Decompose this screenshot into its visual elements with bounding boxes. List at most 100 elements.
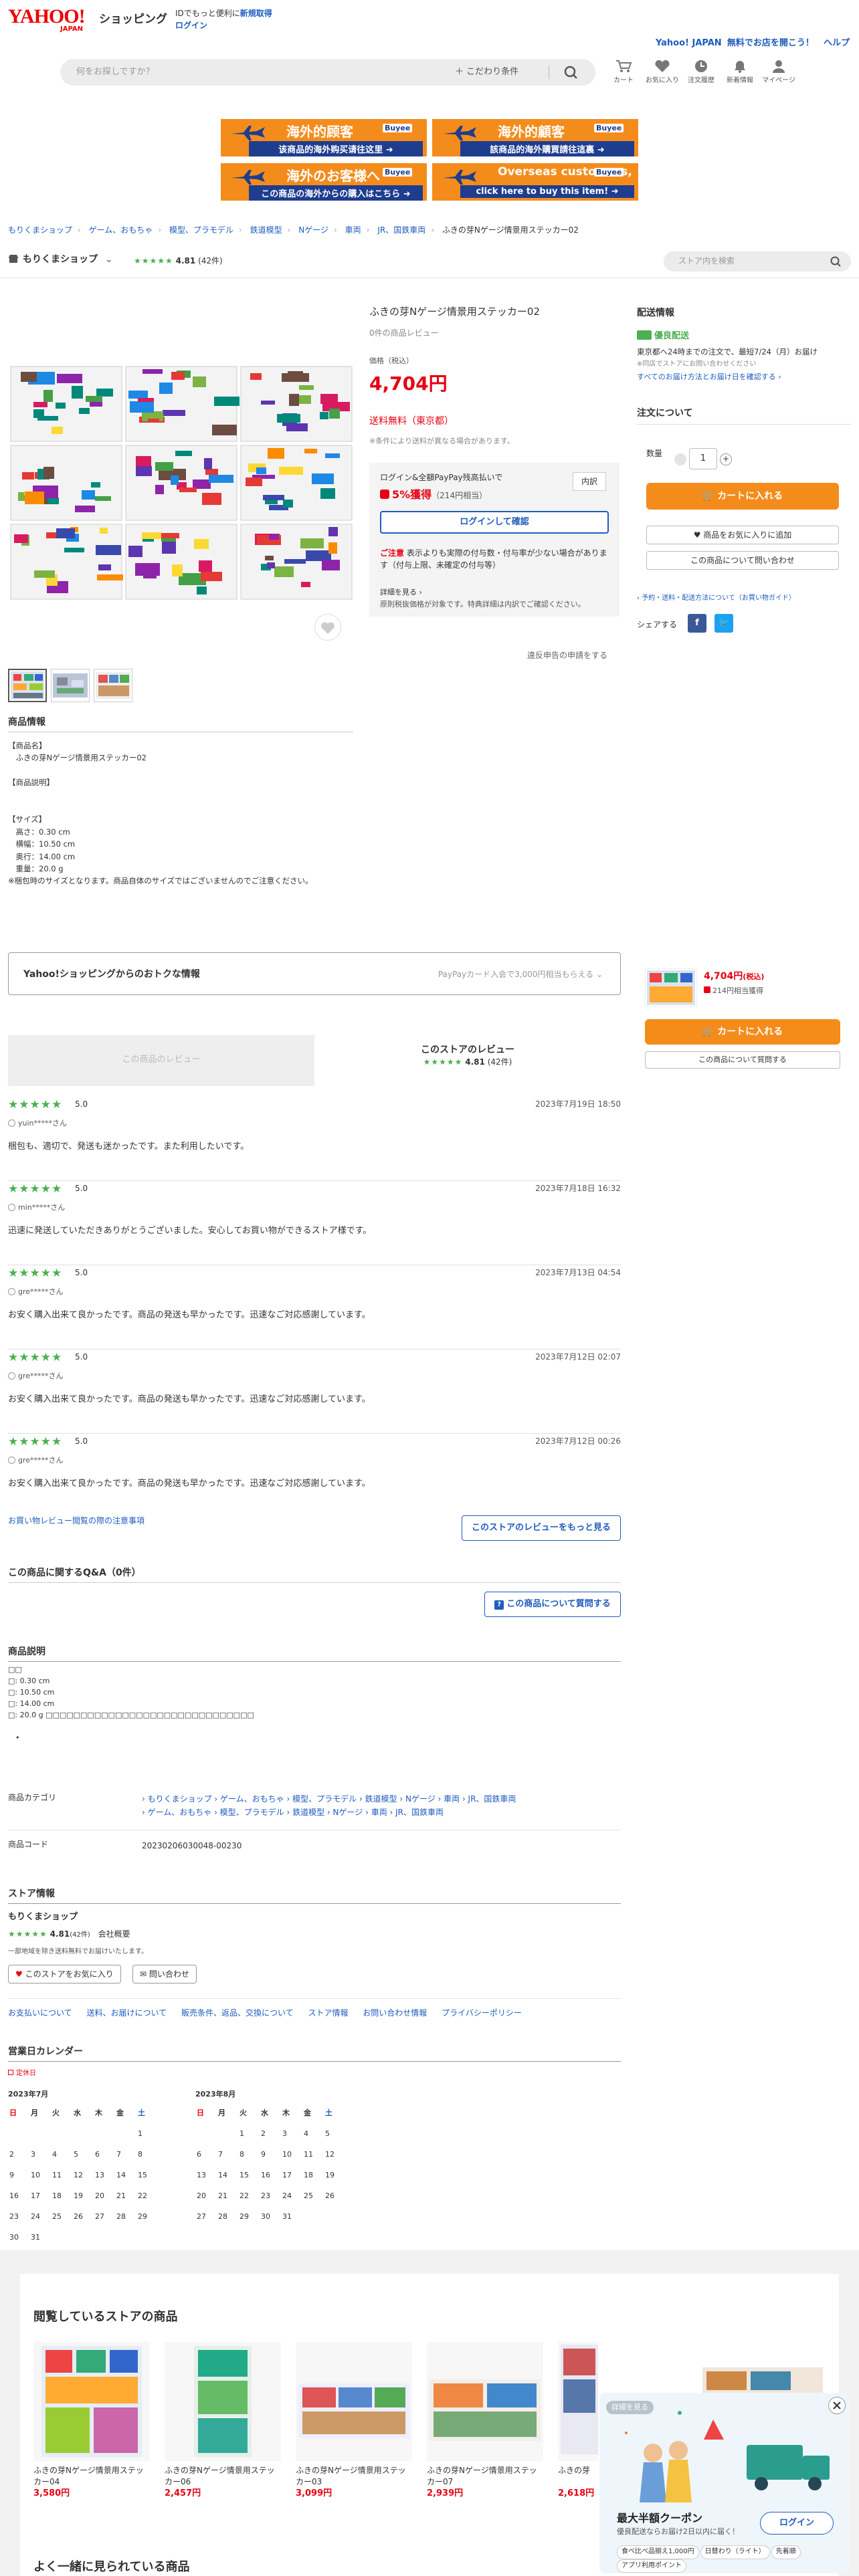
store-link-info[interactable]: ストア情報 [308, 2008, 348, 2018]
product-card[interactable]: ふきの芽Nゲージ情景用ステッカー07 2,939円 [427, 2342, 543, 2500]
product-card-price: 3,580円 [33, 2488, 70, 2498]
favorite-button[interactable] [314, 614, 341, 641]
store-link-contact[interactable]: お問い合わせ情報 [363, 2008, 427, 2018]
buyee-logo: Buyee [383, 124, 413, 132]
thumbnail-2[interactable] [51, 669, 90, 702]
promo-prefix-link[interactable]: Yahoo! JAPAN [656, 38, 722, 48]
category-path-2[interactable]: › ゲーム、おもちゃ › 模型、プラモデル › 鉄道模型 › Nゲージ › 車両… [142, 1808, 444, 1817]
sticker-swatch [175, 451, 192, 456]
buyee-banner-3[interactable]: 海外のお客様へ Buyee この商品の海外からの購入はこちら ➜ [221, 163, 427, 201]
review-user-name: yuin*****さん [18, 1119, 68, 1128]
store-link-payment[interactable]: お支払いについて [8, 2008, 72, 2018]
store-link-returns[interactable]: 販売条件、返品、交換について [181, 2008, 294, 2018]
nav-cart[interactable]: カート [603, 59, 644, 86]
search-icon [564, 66, 577, 79]
breadcrumb-item[interactable]: もりくまショップ [8, 225, 72, 235]
more-store-reviews-button[interactable]: このストアのレビューをもっと見る [462, 1515, 621, 1541]
thumbnail-1[interactable] [8, 669, 47, 702]
store-name: もりくまショップ [23, 254, 98, 265]
store-info-title: ストア情報 [8, 1889, 55, 1899]
store-rating[interactable]: ★★★★★ 4.81 (42件) [134, 255, 223, 267]
signup-link[interactable]: 新規取得 [240, 9, 272, 18]
shopping-guide-link[interactable]: › 予約・送料・配送方法について（お買い物ガイド） [637, 594, 795, 604]
company-overview-link[interactable]: 会社概要 [98, 1929, 130, 1939]
caution-heading: ご注意 [380, 548, 405, 558]
deals-accordion[interactable]: Yahoo!ショッピングからのおトクな情報 PayPayカード入会で3,000円… [8, 952, 621, 995]
help-link[interactable]: ヘルプ [824, 38, 850, 48]
search-input[interactable]: 何をお探しですか？ [76, 66, 155, 79]
buyee-banner-4[interactable]: Overseas customers, Buyee click here to … [432, 163, 638, 201]
add-to-cart-button[interactable]: 🛒 カートに入れる [646, 483, 839, 510]
sticky-cart-button[interactable]: 🛒 カートに入れる [645, 1019, 840, 1045]
store-info-name[interactable]: もりくまショップ [8, 1911, 78, 1924]
report-violation-link[interactable]: 違反申告の申請をする [527, 650, 607, 661]
store-search-input[interactable]: ストア内を検索 [664, 251, 851, 272]
calendar-day: 3 [31, 2150, 35, 2159]
nav-notifications[interactable]: 新着情報 [720, 59, 760, 86]
filter-button[interactable]: ＋ こだわり条件 [455, 66, 518, 79]
product-card-partial[interactable] [698, 2361, 852, 2395]
sticky-ask-button[interactable]: この商品について質問する [645, 1051, 840, 1069]
product-card[interactable]: ふきの芽 2,618円 [558, 2342, 598, 2500]
points-more-link[interactable]: 詳細を見る › [380, 587, 422, 598]
delivery-options-link[interactable]: すべてのお届け方法とお届け日を確認する › [637, 372, 781, 383]
add-favorite-button[interactable]: ♥ 商品をお気に入りに追加 [646, 526, 839, 544]
review-item: ★★★★★ 5.0 2023年7月12日 02:07 gre*****さん お安… [8, 1350, 621, 1434]
product-card-name: ふきの芽Nゲージ情景用ステッカー04 [33, 2466, 144, 2487]
coupon-popup[interactable]: 詳細を見る 最大半額クーポン 優良配送ならお届け2日以内に届く！ ログイン 食べ… [599, 2393, 850, 2573]
product-card[interactable]: ふきの芽Nゲージ情景用ステッカー06 2,457円 [165, 2342, 281, 2500]
open-store-link[interactable]: 無料でお店を開こう！ [727, 38, 814, 48]
store-link-privacy[interactable]: プライバシーポリシー [442, 2008, 522, 2018]
qty-minus-button[interactable] [674, 453, 686, 465]
nav-mypage[interactable]: マイページ [759, 59, 799, 86]
ask-question-button[interactable]: ? この商品について質問する [484, 1592, 621, 1617]
product-card[interactable]: ふきの芽Nゲージ情景用ステッカー03 3,099円 [296, 2342, 412, 2500]
store-favorite-button[interactable]: ♥ このストアをお気に入り [8, 1965, 121, 1983]
review-notes-link[interactable]: お買い物レビュー閲覧の際の注意事項 [8, 1515, 145, 1527]
breadcrumb-item[interactable]: Nゲージ [298, 225, 328, 235]
login-confirm-button[interactable]: ログインして確認 [380, 511, 609, 534]
nav-label-news: 新着情報 [727, 77, 753, 84]
breadcrumb-item[interactable]: 鉄道模型 [250, 225, 282, 235]
facebook-icon[interactable]: f [688, 614, 706, 633]
buyee-banner-1[interactable]: 海外的顾客 Buyee 该商品的海外购买请往这里 ➜ [221, 119, 427, 156]
close-icon[interactable] [828, 2397, 846, 2414]
sticker-swatch [14, 534, 28, 543]
review-user: gre*****さん [8, 1287, 64, 1297]
nav-order-history[interactable]: 注文履歴 [681, 59, 721, 86]
qty-plus-button[interactable]: + [720, 453, 732, 465]
thumbnail-3[interactable] [94, 669, 132, 702]
search-icon[interactable] [830, 255, 842, 267]
yahoo-logo[interactable]: YAHOO! [8, 7, 86, 27]
quantity-stepper[interactable]: 1 + [674, 448, 735, 469]
breadcrumb-item[interactable]: ゲーム、おもちゃ [89, 225, 153, 235]
breadcrumb-item[interactable]: 車両 [345, 225, 361, 235]
tab-store-reviews[interactable]: このストアのレビュー ★★★★★ 4.81 (42件) [314, 1043, 621, 1069]
product-review-count[interactable]: 0件の商品レビュー [369, 328, 439, 339]
store-link-shipping[interactable]: 送料、お届けについて [86, 2008, 167, 2018]
breadcrumb-item[interactable]: JR、国鉄車両 [377, 225, 425, 235]
spec-category-value[interactable]: › もりくまショップ › ゲーム、おもちゃ › 模型、プラモデル › 鉄道模型 … [142, 1792, 621, 1820]
category-path-1[interactable]: › もりくまショップ › ゲーム、おもちゃ › 模型、プラモデル › 鉄道模型 … [142, 1794, 516, 1804]
twitter-icon[interactable]: 🐦 [714, 614, 733, 633]
store-name-menu[interactable]: もりくまショップ ⌄ [8, 253, 113, 266]
breadcrumb-item[interactable]: 模型、プラモデル [169, 225, 233, 235]
search-bar[interactable]: 何をお探しですか？ ＋ こだわり条件 [60, 59, 595, 86]
buyee-banner-2[interactable]: 海外的顧客 Buyee 該商品的海外購買請往這裏 ➜ [432, 119, 638, 156]
calendar-weekday: 月 [31, 2109, 38, 2117]
shopping-title[interactable]: ショッピング [99, 9, 167, 26]
points-detail-button[interactable]: 内訳 [573, 472, 606, 491]
product-card[interactable]: ふきの芽Nゲージ情景用ステッカー04 3,580円 [33, 2342, 150, 2500]
popup-detail-tag[interactable]: 詳細を見る [606, 2401, 654, 2414]
search-button[interactable] [558, 63, 585, 82]
quantity-input[interactable]: 1 [689, 448, 717, 469]
nav-favorites[interactable]: お気に入り [642, 59, 682, 86]
calendar-day: 28 [218, 2212, 227, 2221]
login-link[interactable]: ログイン [175, 20, 207, 31]
sticker-swatch [194, 539, 209, 549]
popup-login-button[interactable]: ログイン [760, 2512, 834, 2535]
store-contact-button[interactable]: ✉ 問い合わせ [132, 1965, 197, 1983]
inquiry-button[interactable]: この商品について問い合わせ [646, 551, 839, 570]
product-main-image[interactable] [8, 364, 353, 603]
tab-product-reviews[interactable]: この商品のレビュー [8, 1035, 314, 1086]
